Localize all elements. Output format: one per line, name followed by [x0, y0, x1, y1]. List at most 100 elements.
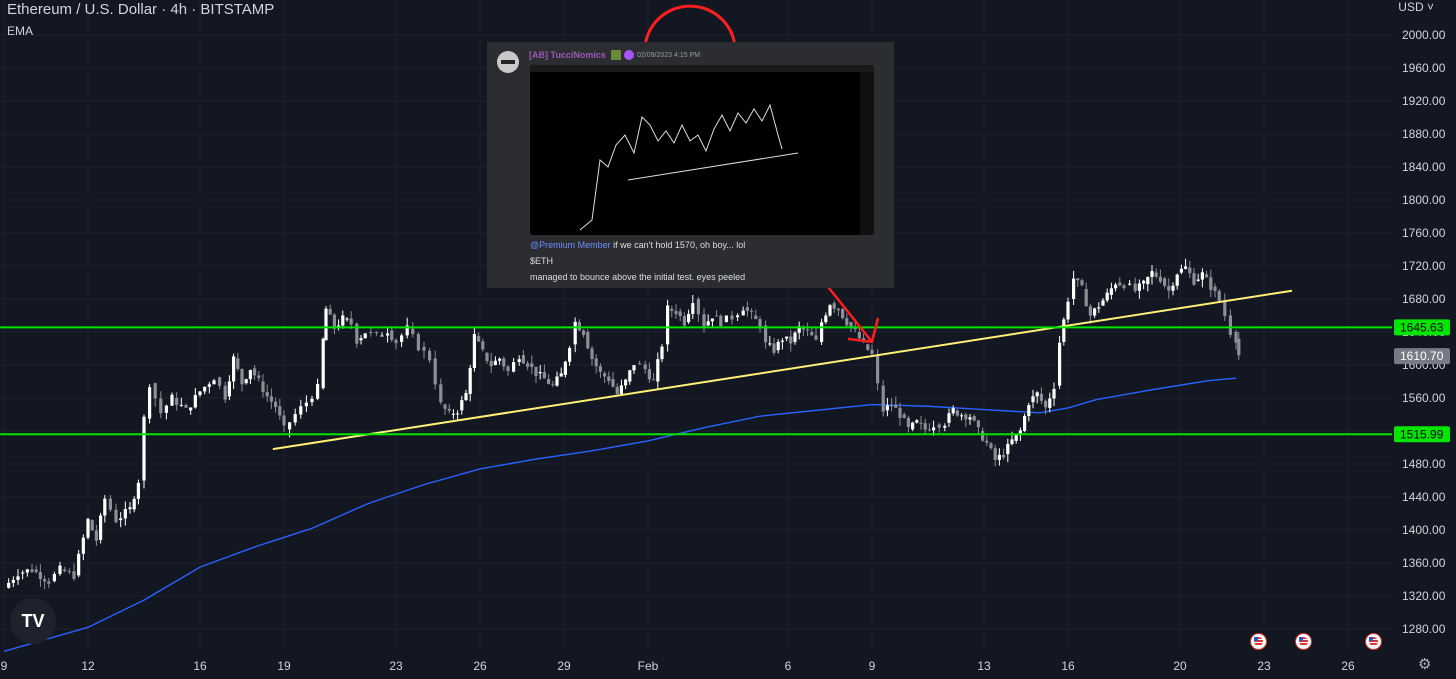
y-tick-label: 1480.00	[1402, 457, 1446, 471]
candle-body	[38, 571, 42, 580]
candle-body	[11, 579, 15, 583]
last-price-label: 1610.70	[1400, 349, 1444, 363]
candle-body	[932, 427, 936, 431]
candle-body	[1237, 338, 1241, 356]
candle-body	[123, 509, 127, 519]
y-tick-label: 1880.00	[1402, 127, 1446, 141]
candle-body	[1097, 307, 1101, 309]
mention-link[interactable]: @Premium Member	[530, 240, 611, 250]
candle-body	[1142, 280, 1146, 284]
candle-body	[820, 322, 824, 342]
candle-body	[1093, 308, 1097, 316]
gear-icon[interactable]: ⚙	[1418, 655, 1431, 673]
candle-body	[943, 425, 947, 428]
candle-body	[293, 414, 297, 423]
candle-body	[132, 498, 136, 510]
candle-body	[647, 369, 651, 380]
candle-body	[99, 515, 103, 540]
candle-body	[563, 361, 567, 375]
candle-body	[94, 530, 98, 541]
candle-body	[502, 358, 506, 367]
candle-body	[274, 401, 278, 407]
message-line-3: managed to bounce above the initial test…	[530, 272, 746, 282]
candle-body	[590, 348, 594, 360]
candle-body	[257, 375, 261, 379]
candle-body	[968, 417, 972, 420]
candle-body	[719, 315, 723, 327]
candle-body	[1118, 282, 1122, 286]
candle-body	[170, 394, 174, 406]
candle-body	[164, 405, 168, 413]
candle-body	[345, 318, 349, 320]
candle-body	[582, 330, 586, 335]
y-tick-label: 1800.00	[1402, 193, 1446, 207]
candle-body	[58, 565, 62, 574]
candle-body	[1027, 405, 1031, 416]
candle-body	[682, 315, 686, 326]
candle-body	[456, 413, 460, 415]
candle-body	[422, 346, 426, 351]
candle-body	[1062, 319, 1066, 342]
message-timestamp: 02/09/2023 4:15 PM	[637, 52, 701, 59]
candle-body	[304, 402, 308, 407]
candle-body	[1213, 286, 1217, 291]
x-tick-label: Feb	[638, 659, 659, 673]
candle-body	[175, 398, 179, 405]
candle-body	[108, 498, 112, 510]
candle-body	[349, 318, 353, 325]
candle-body	[207, 384, 211, 387]
y-tick-label: 1440.00	[1402, 490, 1446, 504]
x-tick-label: 26	[473, 659, 487, 673]
candle-body	[193, 394, 197, 408]
candle-body	[517, 359, 521, 363]
x-tick-label: 6	[785, 659, 792, 673]
candle-body	[506, 366, 510, 372]
candle-body	[380, 335, 384, 337]
candle-body	[324, 308, 328, 341]
candle-body	[1035, 392, 1039, 397]
candle-body	[439, 384, 443, 403]
candle-body	[261, 381, 265, 393]
x-tick-label: 19	[277, 659, 291, 673]
candle-body	[86, 518, 90, 538]
candle-body	[619, 385, 623, 394]
candle-body	[248, 369, 252, 380]
candle-body	[972, 416, 976, 421]
candle-body	[1154, 272, 1158, 277]
candle-body	[768, 343, 772, 345]
candle-body	[288, 422, 292, 430]
candle-body	[1080, 280, 1084, 286]
candle-body	[643, 364, 647, 370]
candle-body	[227, 381, 231, 397]
candle-body	[278, 406, 282, 416]
y-tick-label: 1960.00	[1402, 61, 1446, 75]
candle-body	[555, 376, 559, 386]
candle-body	[881, 385, 885, 412]
candle-body	[927, 429, 931, 431]
candle-body	[1200, 272, 1204, 280]
candle-body	[142, 416, 146, 481]
candle-body	[666, 305, 670, 345]
candle-body	[47, 581, 51, 584]
candle-body	[232, 356, 236, 382]
y-tick-label: 1680.00	[1402, 292, 1446, 306]
x-tick-label: 20	[1173, 659, 1187, 673]
candle-body	[715, 315, 719, 317]
symbol-title[interactable]: Ethereum / U.S. Dollar · 4h · BITSTAMP	[7, 1, 274, 18]
candle-body	[72, 571, 76, 579]
ema-indicator-label[interactable]: EMA	[7, 24, 33, 38]
candle-body	[493, 360, 497, 365]
currency-selector[interactable]: USD ˅	[1398, 0, 1434, 14]
candle-body	[902, 414, 906, 418]
y-tick-label: 1280.00	[1402, 622, 1446, 636]
role-badge-icon	[611, 50, 621, 60]
candle-body	[148, 387, 152, 419]
candle-body	[265, 392, 269, 397]
candle-body	[400, 335, 404, 342]
candle-body	[498, 358, 502, 361]
candle-body	[184, 404, 188, 408]
candle-body	[937, 424, 941, 428]
candle-body	[828, 305, 832, 316]
candle-body	[964, 414, 968, 420]
candle-body	[153, 383, 157, 399]
